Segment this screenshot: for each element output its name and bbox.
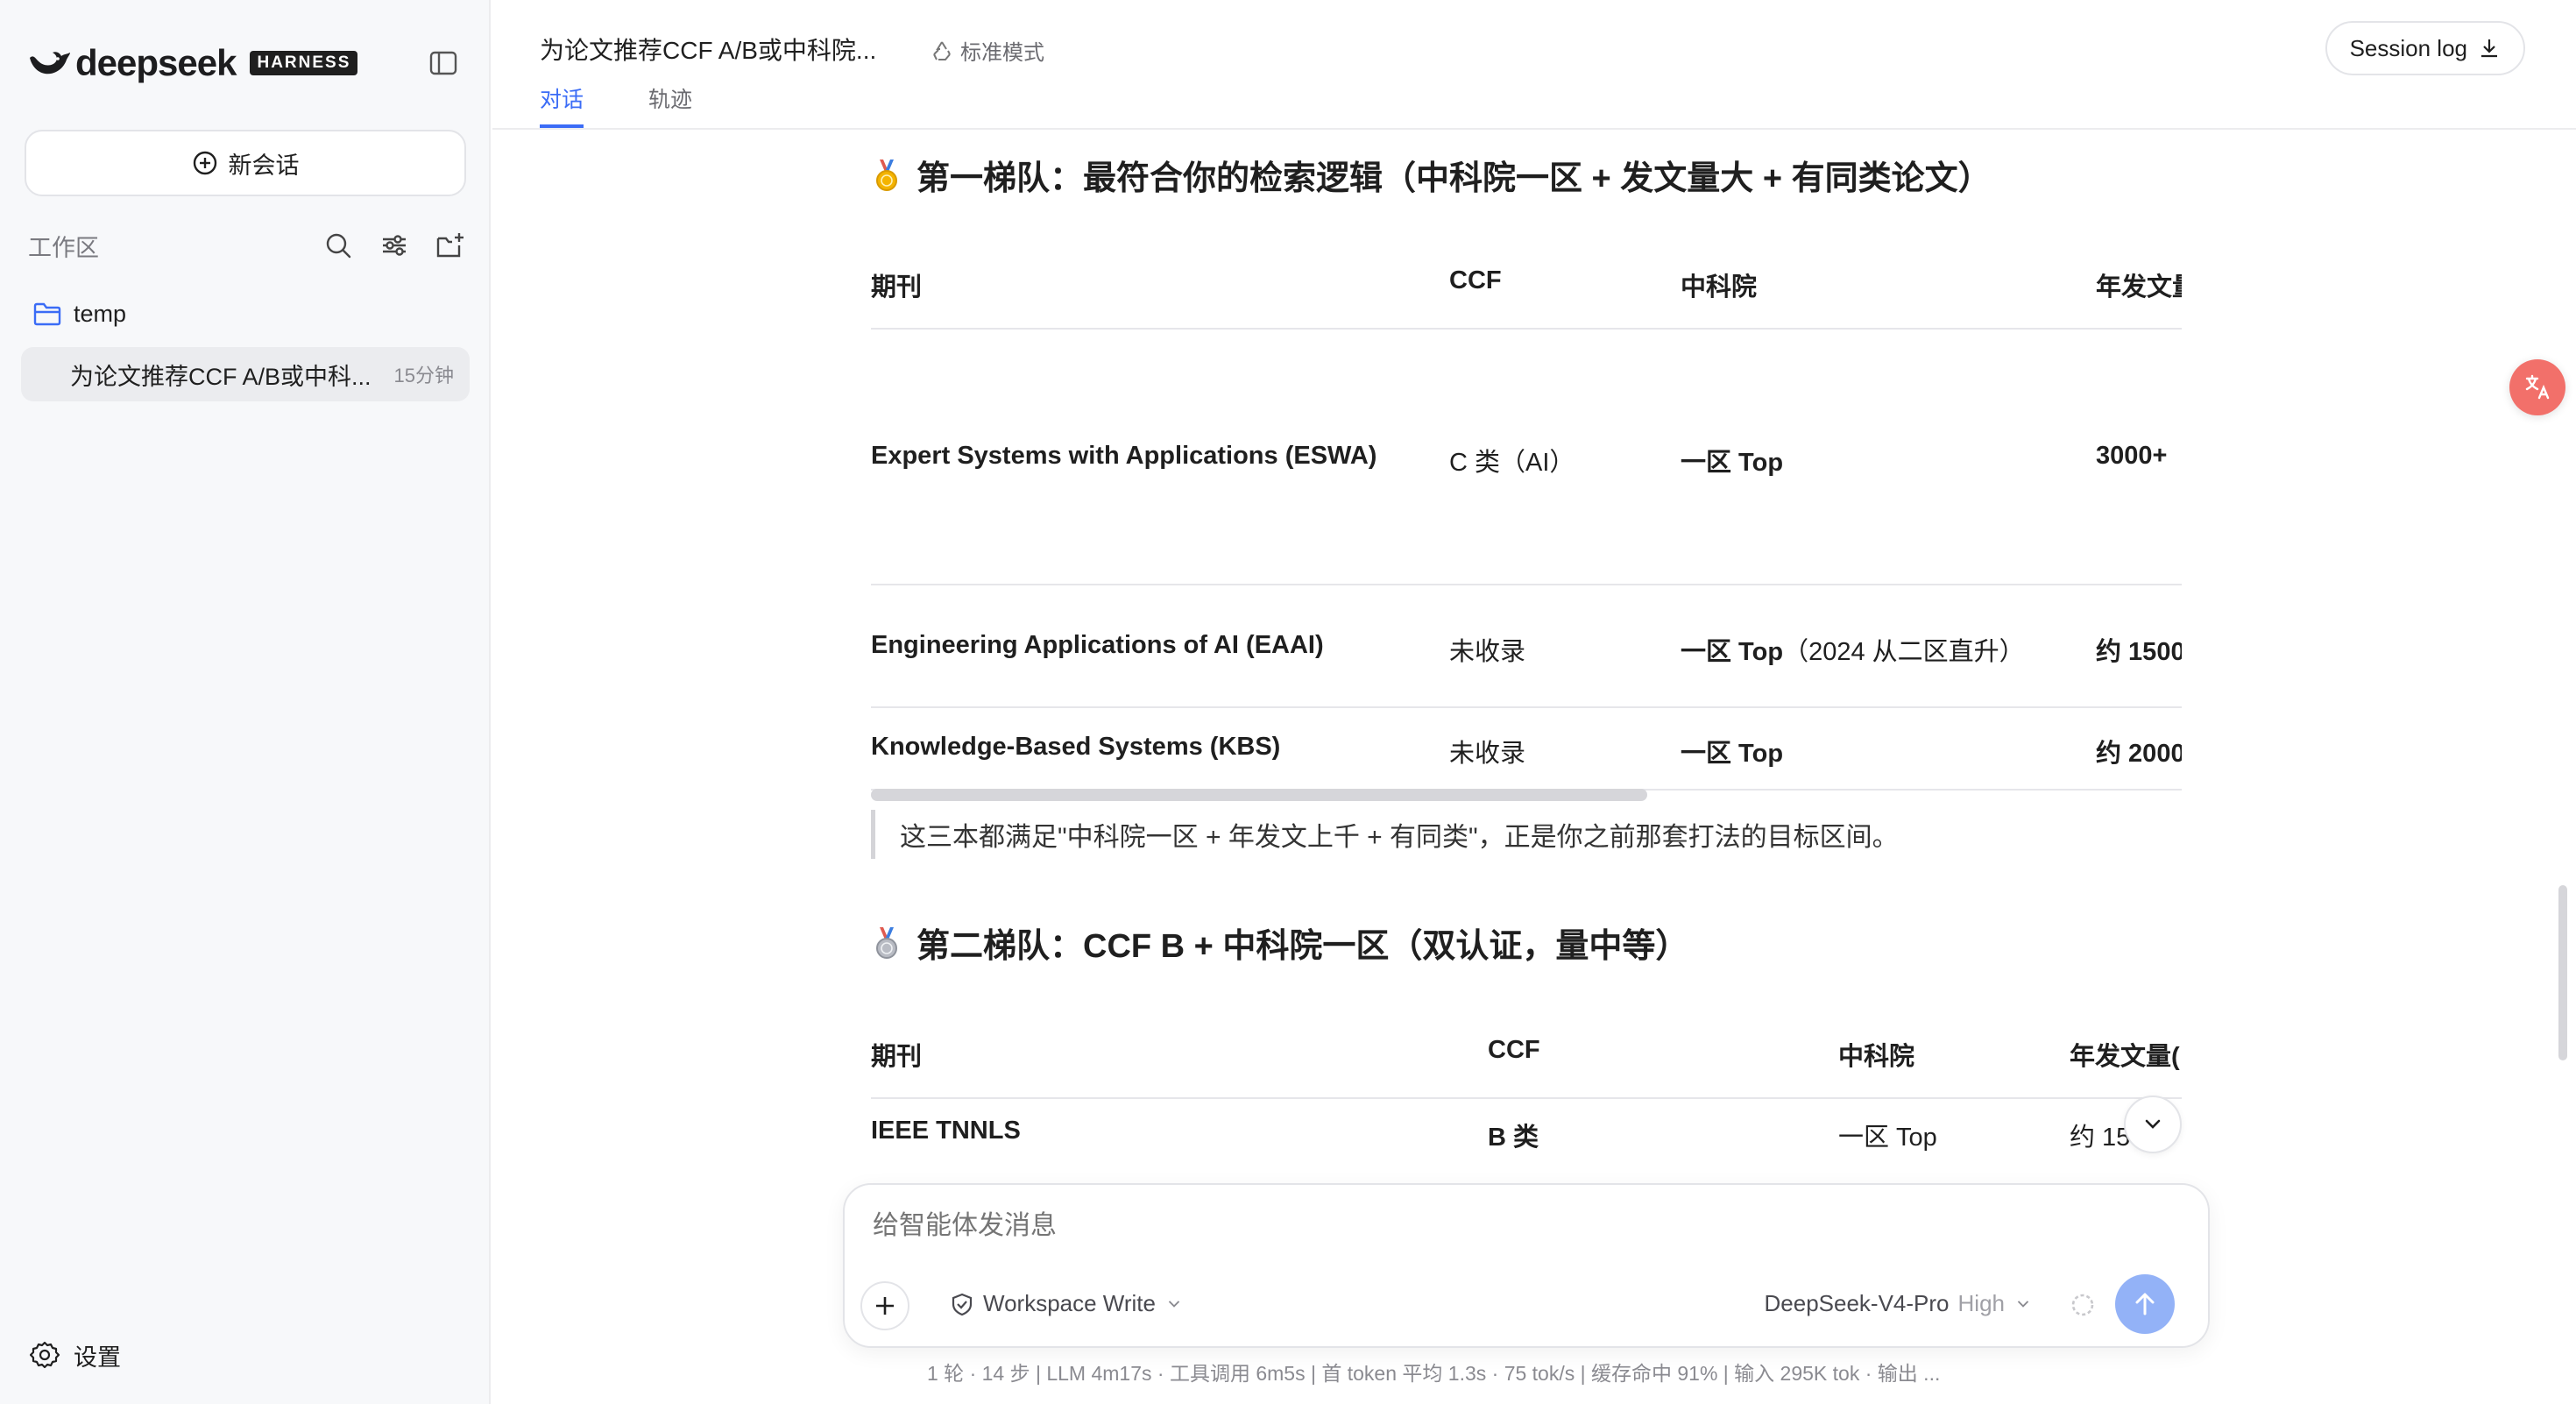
journal-name: Expert Systems with Applications (ESWA) [871,442,1377,470]
cas-rank: 一区 Top [1681,449,1784,477]
column-header: 中科院 [1681,273,1758,301]
tab-conversation[interactable]: 对话 [540,82,584,128]
gold-medal-icon [876,159,897,191]
spinner-icon [2071,1294,2094,1316]
page-vertical-scrollbar[interactable] [2558,885,2567,1060]
send-button[interactable] [2115,1274,2175,1334]
session-time: 15分钟 [393,365,454,386]
session-log-button[interactable]: Session log [2325,21,2525,75]
table-header-row: 期刊 CCF 中科院 年发文量 [871,245,2182,330]
session-log-label: Session log [2349,34,2467,61]
section1-heading: 第一梯队：最符合你的检索逻辑（中科院一区 + 发文量大 + 有同类论文） [871,151,1992,199]
table-row: Knowledge-Based Systems (KBS) 未收录 一区 Top… [871,708,2182,791]
new-folder-icon[interactable] [435,230,466,261]
session-stats: 1 轮 · 14 步 | LLM 4m17s · 工具调用 6m5s | 首 t… [927,1362,1941,1385]
journal-table-2: 期刊 CCF 中科院 年发文量( IEEE TNNLS B 类 一区 Top 约… [871,1015,2182,1183]
new-chat-button[interactable]: 新会话 [25,130,466,196]
journal-name: Engineering Applications of AI (EAAI) [871,631,1324,659]
permission-selector[interactable]: Workspace Write [950,1290,1184,1317]
journal-table-1: 期刊 CCF 中科院 年发文量 Expert Systems with Appl… [871,245,2182,815]
ccf-rank: 未收录 [1449,638,1526,666]
harness-badge: HARNESS [250,51,358,75]
cas-rank: 一区 Top [1681,638,1784,666]
ccf-rank: B 类 [1488,1124,1539,1152]
journal-name: Knowledge-Based Systems (KBS) [871,733,1281,761]
cas-rank-cell: 一区 Top（2024 从二区直升） [1681,631,2025,668]
plus-circle-icon [193,151,216,175]
permission-label: Workspace Write [983,1290,1156,1316]
annual-volume: 约 1500 [2096,638,2182,666]
translate-icon [2525,374,2550,400]
conversation-header: 为论文推荐CCF A/B或中科院... 标准模式 对话 轨迹 Session l… [492,0,2576,130]
ccf-rank: 未收录 [1449,740,1526,768]
session-title: 为论文推荐CCF A/B或中科... [70,363,372,390]
conversation-title: 为论文推荐CCF A/B或中科院... [540,37,877,64]
download-icon [2481,39,2497,58]
annual-volume: 约 2000 [2096,740,2182,768]
folder-name: temp [74,300,127,327]
translate-button[interactable] [2509,359,2565,415]
table-row: Engineering Applications of AI (EAAI) 未收… [871,585,2182,708]
session-item[interactable]: 为论文推荐CCF A/B或中科... 15分钟 [21,347,470,401]
chevron-down-icon [1168,1300,1180,1308]
silver-medal-icon [876,926,897,959]
message-input[interactable] [873,1211,2169,1241]
workspace-header: 工作区 [28,226,466,265]
message-composer: Workspace Write DeepSeek-V4-Pro High [843,1183,2210,1348]
column-header: 年发文量 [2096,273,2182,301]
table-row: Expert Systems with Applications (ESWA) … [871,330,2182,585]
annual-volume: 约 15 [2070,1124,2131,1152]
column-header: 期刊 [871,1043,923,1071]
reasoning-level: High [1957,1290,2005,1316]
shield-icon [952,1293,973,1315]
cas-note: （2024 从二区直升） [1783,638,2025,666]
app-window: deepseek HARNESS 新会话 工作区 temp 为论文推荐CCF A… [0,0,2576,1404]
model-selector[interactable]: DeepSeek-V4-Pro High [1765,1290,2033,1317]
folder-icon [33,302,61,326]
section1-heading-text: 第一梯队：最符合你的检索逻辑（中科院一区 + 发文量大 + 有同类论文） [916,160,1992,197]
folder-temp[interactable]: temp [33,294,126,333]
settings-button[interactable]: 设置 [30,1336,121,1374]
gear-icon [30,1341,60,1369]
settings-label: 设置 [74,1344,121,1371]
table-header-row: 期刊 CCF 中科院 年发文量( [871,1015,2182,1099]
column-header: 期刊 [871,273,923,301]
ccf-rank: C 类（AI） [1449,449,1575,477]
logo-text: deepseek [75,42,237,83]
search-icon[interactable] [322,230,354,261]
cas-rank: 一区 Top [1838,1124,1937,1152]
journal-name: IEEE TNNLS [871,1117,1021,1145]
whale-logo-icon [30,52,70,74]
table-horizontal-scrollbar[interactable] [871,789,1647,801]
column-header: 中科院 [1838,1043,1915,1071]
sidebar: deepseek HARNESS 新会话 工作区 temp 为论文推荐CCF A… [0,0,491,1404]
attach-button[interactable] [860,1281,909,1330]
mode-indicator[interactable]: 标准模式 [931,35,1044,66]
logo[interactable]: deepseek HARNESS [26,42,358,83]
section2-heading-text: 第二梯队：CCF B + 中科院一区（双认证，量中等） [916,928,1689,965]
workspace-actions [322,230,466,261]
annual-volume: 3000+ [2096,442,2168,470]
filter-icon[interactable] [379,230,410,261]
chevron-down-icon [2017,1300,2029,1308]
tab-trace[interactable]: 轨迹 [648,82,692,124]
arrow-up-icon [2135,1293,2155,1315]
new-chat-label: 新会话 [228,152,300,179]
message-content: 第一梯队：最符合你的检索逻辑（中科院一区 + 发文量大 + 有同类论文） 期刊 … [871,131,2182,1183]
chevron-down-icon [2145,1119,2161,1129]
mode-label: 标准模式 [960,41,1044,65]
model-name: DeepSeek-V4-Pro [1764,1290,1950,1316]
column-header: CCF [1488,1036,1540,1064]
column-header: CCF [1449,266,1502,294]
scroll-to-bottom-button[interactable] [2124,1096,2182,1153]
column-header: 年发文量( [2070,1043,2180,1071]
table-row: IEEE TNNLS B 类 一区 Top 约 15 [871,1099,2182,1183]
cas-rank: 一区 Top [1681,740,1784,768]
plus-icon [876,1297,894,1315]
section2-heading: 第二梯队：CCF B + 中科院一区（双认证，量中等） [871,918,1688,967]
workspace-title: 工作区 [28,234,99,261]
recycle-icon [933,40,951,60]
blockquote: 这三本都满足"中科院一区 + 年发文上千 + 有同类"，正是你之前那套打法的目标… [871,810,1899,859]
sidebar-toggle-icon[interactable] [428,47,459,79]
